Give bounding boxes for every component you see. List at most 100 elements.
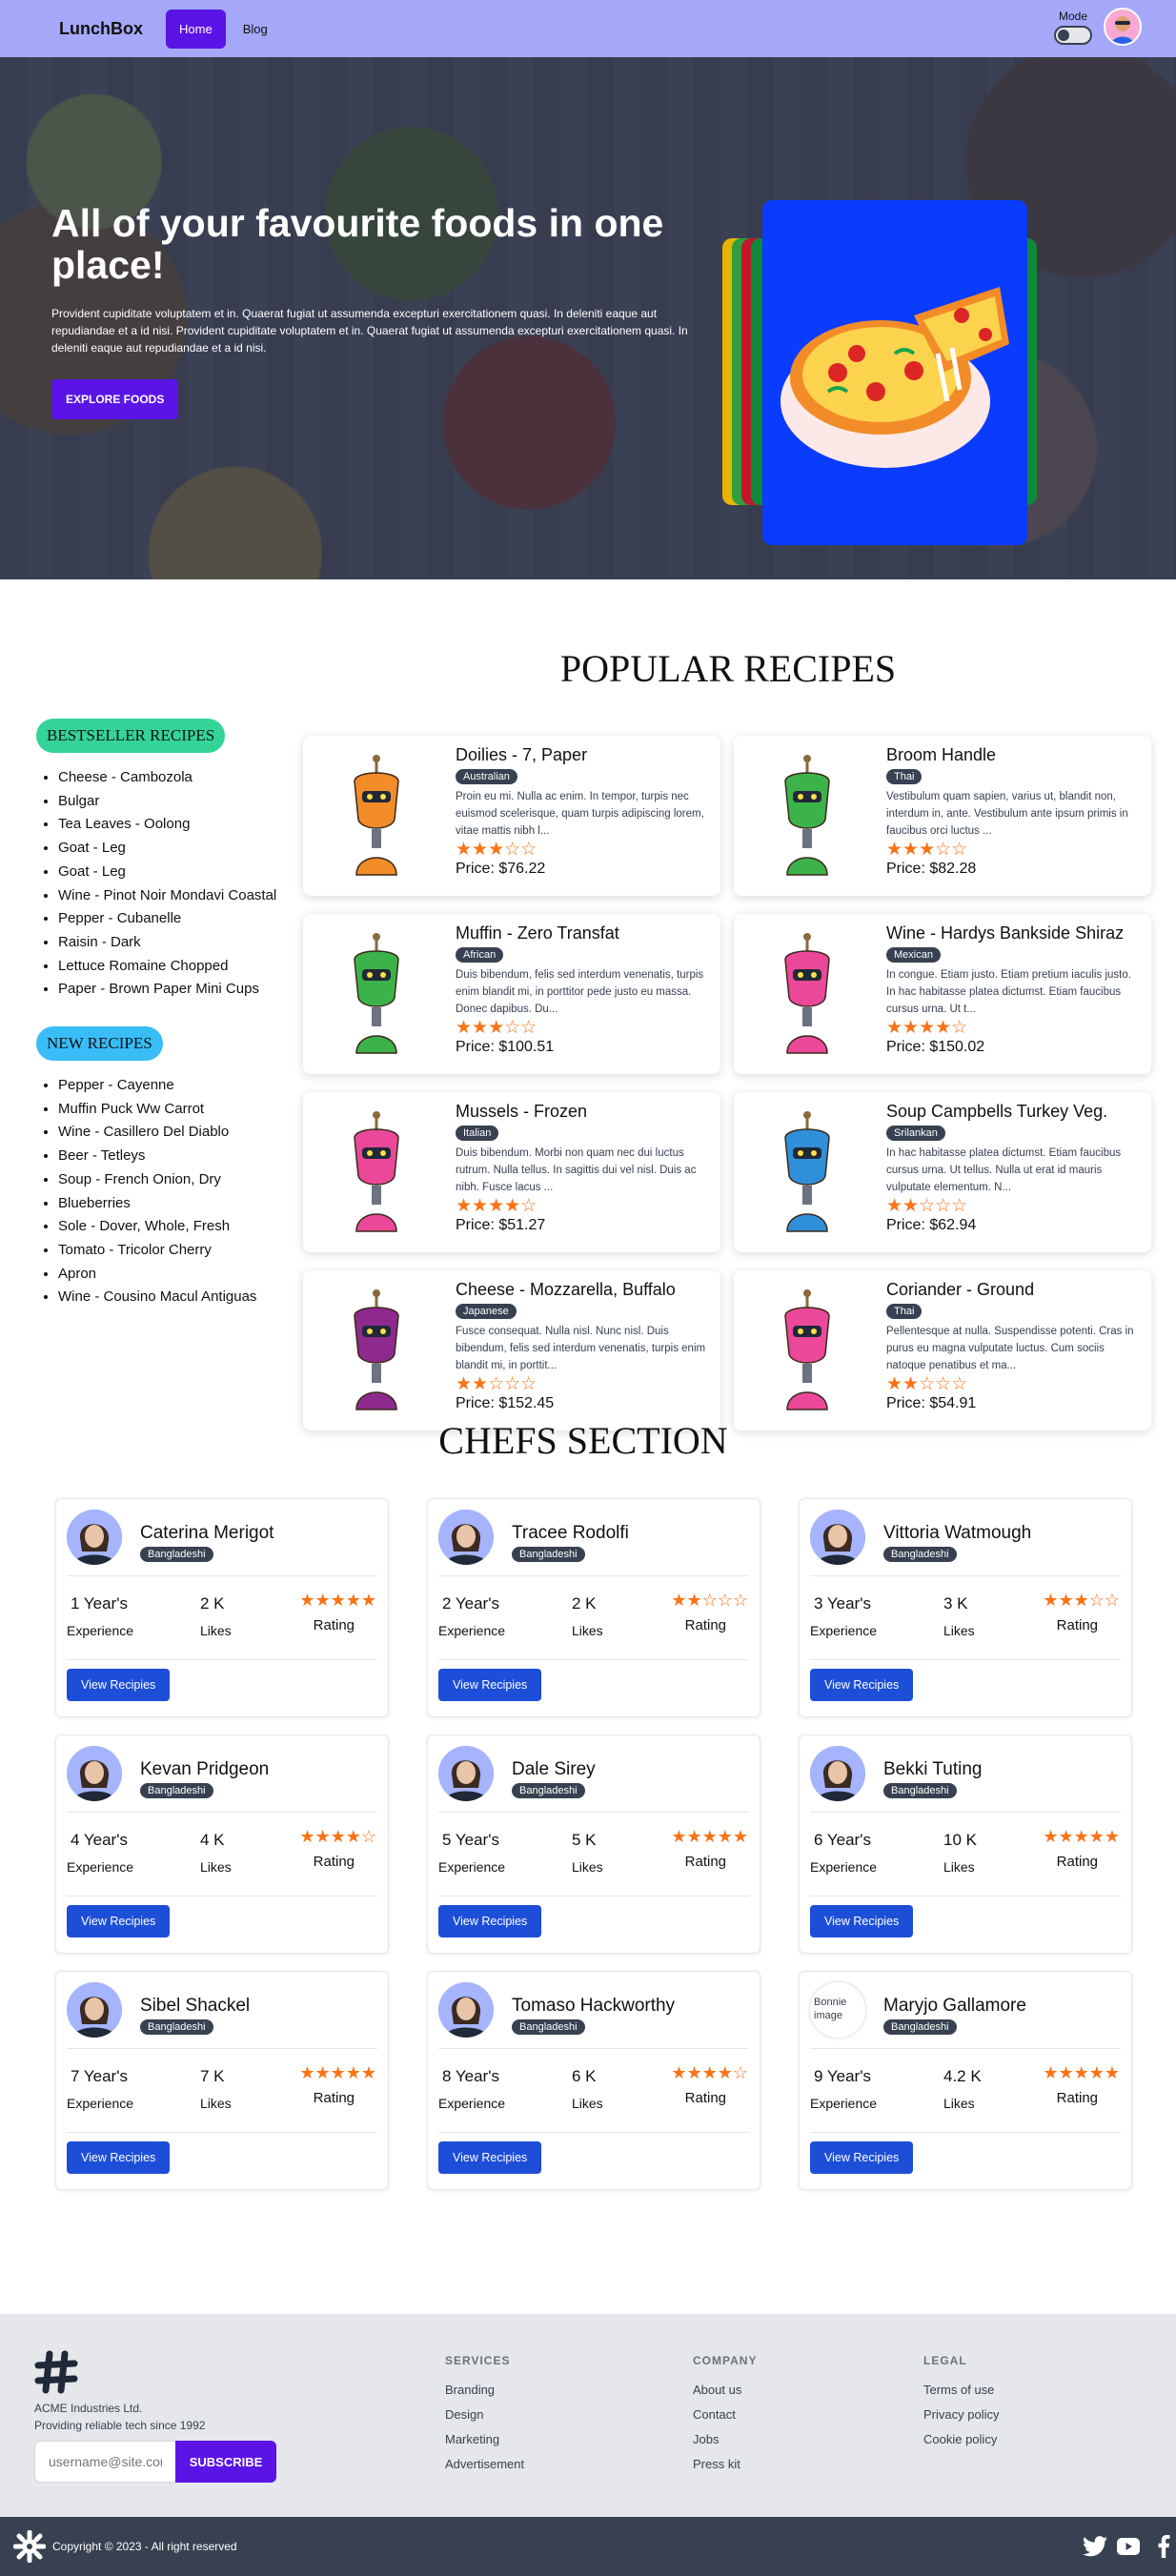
chef-likes-label: Likes [943, 2096, 975, 2111]
nav-home-link[interactable]: Home [166, 9, 226, 49]
list-item[interactable]: Tomato - Tricolor Cherry [58, 1239, 313, 1263]
list-item[interactable]: Goat - Leg [58, 861, 313, 884]
view-recipes-button[interactable]: View Recipies [67, 2141, 171, 2174]
chefs-section: CHEFS SECTION Caterina Merigot Banglades… [0, 1418, 1176, 2314]
chef-likes-value: 7 K [200, 2067, 225, 2085]
subscribe-button[interactable]: SUBSCRIBE [175, 2441, 276, 2483]
chef-avatar-icon [67, 1982, 122, 2038]
user-avatar[interactable] [1104, 8, 1142, 46]
list-item[interactable]: Goat - Leg [58, 837, 313, 861]
recipe-card[interactable]: Doilies - 7, Paper Australian Proin eu m… [303, 736, 720, 896]
view-recipes-button[interactable]: View Recipies [438, 1905, 542, 1937]
recipe-card[interactable]: Muffin - Zero Transfat African Duis bibe… [303, 914, 720, 1074]
list-item[interactable]: Soup - French Onion, Dry [58, 1168, 313, 1192]
rating-stars: ★★★★☆ [886, 1018, 968, 1038]
youtube-icon[interactable] [1117, 2538, 1140, 2555]
list-item[interactable]: Beer - Tetleys [58, 1145, 313, 1168]
list-item[interactable]: Muffin Puck Ww Carrot [58, 1098, 313, 1122]
view-recipes-button[interactable]: View Recipies [438, 1669, 542, 1701]
footer-link-about[interactable]: About us [693, 2383, 741, 2397]
footer-link-branding[interactable]: Branding [445, 2383, 495, 2397]
chef-avatar [67, 1746, 122, 1801]
chef-name: Vittoria Watmough [883, 1523, 1032, 1543]
list-item[interactable]: Paper - Brown Paper Mini Cups [58, 978, 313, 1002]
email-input[interactable] [34, 2441, 175, 2483]
view-recipes-button[interactable]: View Recipies [810, 2141, 914, 2174]
recipe-card[interactable]: Broom Handle Thai Vestibulum quam sapien… [734, 736, 1151, 896]
recipe-card[interactable]: Coriander - Ground Thai Pellentesque at … [734, 1270, 1151, 1430]
view-recipes-button[interactable]: View Recipies [67, 1905, 171, 1937]
recipe-name: Doilies - 7, Paper [456, 745, 588, 764]
footer-link-marketing[interactable]: Marketing [445, 2432, 499, 2446]
view-recipes-button[interactable]: View Recipies [810, 1669, 914, 1701]
view-recipes-button[interactable]: View Recipies [67, 1669, 171, 1701]
list-item[interactable]: Cheese - Cambozola [58, 766, 313, 790]
list-item[interactable]: Wine - Cousino Macul Antiguas [58, 1286, 313, 1309]
footer-link-terms[interactable]: Terms of use [923, 2383, 994, 2397]
chef-likes-label: Likes [943, 1623, 975, 1638]
robot-icon [784, 755, 830, 876]
divider [438, 1896, 749, 1897]
view-recipes-button[interactable]: View Recipies [810, 1905, 914, 1937]
footer-link-cookie[interactable]: Cookie policy [923, 2432, 997, 2446]
footer-link-privacy[interactable]: Privacy policy [923, 2407, 999, 2422]
list-item[interactable]: Wine - Casillero Del Diablo [58, 1121, 313, 1145]
footer-link-advertisement[interactable]: Advertisement [445, 2457, 524, 2471]
footer-link-jobs[interactable]: Jobs [693, 2432, 719, 2446]
chef-experience-value: 2 Year's [442, 1594, 499, 1613]
list-item[interactable]: Bulgar [58, 790, 313, 814]
mode-toggle[interactable] [1054, 25, 1092, 45]
footer-link-press-kit[interactable]: Press kit [693, 2457, 740, 2471]
recipe-price: Price: $51.27 [456, 1217, 546, 1233]
recipe-card[interactable]: Mussels - Frozen Italian Duis bibendum. … [303, 1092, 720, 1252]
recipe-card[interactable]: Cheese - Mozzarella, Buffalo Japanese Fu… [303, 1270, 720, 1430]
chef-experience-value: 7 Year's [71, 2067, 128, 2085]
list-item[interactable]: Raisin - Dark [58, 931, 313, 955]
chef-origin-badge: Bangladeshi [140, 2019, 213, 2035]
chef-rating-label: Rating [1056, 1617, 1098, 1633]
robot-figure [354, 933, 399, 1054]
list-item[interactable]: Apron [58, 1263, 313, 1287]
recipe-card[interactable]: Wine - Hardys Bankside Shiraz Mexican In… [734, 914, 1151, 1074]
bestseller-recipes-pill: BESTSELLER RECIPES [36, 719, 226, 753]
recipe-card[interactable]: Soup Campbells Turkey Veg. Srilankan In … [734, 1092, 1151, 1252]
list-item[interactable]: Pepper - Cubanelle [58, 907, 313, 931]
chef-origin-badge: Bangladeshi [140, 1783, 213, 1798]
view-recipes-button[interactable]: View Recipies [438, 2141, 542, 2174]
facebook-icon[interactable] [1157, 2535, 1170, 2558]
chef-origin-badge: Bangladeshi [883, 2019, 957, 2035]
chef-card: Bonnie image Maryjo Gallamore Bangladesh… [799, 1971, 1132, 2190]
recipe-price: Price: $76.22 [456, 861, 546, 877]
chef-likes-value: 4.2 K [943, 2067, 982, 2085]
brand-logo-text[interactable]: LunchBox [59, 19, 143, 39]
footer-link-contact[interactable]: Contact [693, 2407, 736, 2422]
divider [810, 2048, 1121, 2049]
list-item[interactable]: Pepper - Cayenne [58, 1074, 313, 1098]
chef-experience-label: Experience [810, 2096, 878, 2111]
rating-stars: ★★★★☆ [456, 1196, 537, 1216]
list-item[interactable]: Sole - Dover, Whole, Fresh [58, 1215, 313, 1239]
divider [67, 1812, 377, 1813]
chefs-section-title: CHEFS SECTION [438, 1419, 728, 1462]
list-item[interactable]: Wine - Pinot Noir Mondavi Coastal [58, 884, 313, 908]
chef-name: Bekki Tuting [883, 1759, 983, 1779]
navbar: LunchBox Home Blog Mode [0, 0, 1176, 57]
legal-title: LEGAL [923, 2354, 967, 2367]
divider [810, 1812, 1121, 1813]
chef-likes-label: Likes [200, 2096, 232, 2111]
sidebar-lists: BESTSELLER RECIPES Cheese - Cambozola Bu… [36, 719, 313, 1309]
twitter-icon[interactable] [1083, 2536, 1107, 2557]
explore-foods-button[interactable]: EXPLORE FOODS [51, 379, 179, 419]
chef-experience-label: Experience [67, 1623, 134, 1638]
nav-blog-link[interactable]: Blog [243, 22, 268, 36]
robot-figure [784, 933, 830, 1054]
divider [810, 1659, 1121, 1660]
chef-experience-value: 6 Year's [814, 1831, 871, 1849]
bottom-bar: Copyright © 2023 - All right reserved [0, 2517, 1176, 2576]
footer-link-design[interactable]: Design [445, 2407, 483, 2422]
list-item[interactable]: Blueberries [58, 1192, 313, 1216]
chef-rating-label: Rating [684, 1854, 726, 1870]
list-item[interactable]: Tea Leaves - Oolong [58, 813, 313, 837]
list-item[interactable]: Lettuce Romaine Chopped [58, 955, 313, 979]
chef-avatar [67, 1510, 122, 1565]
